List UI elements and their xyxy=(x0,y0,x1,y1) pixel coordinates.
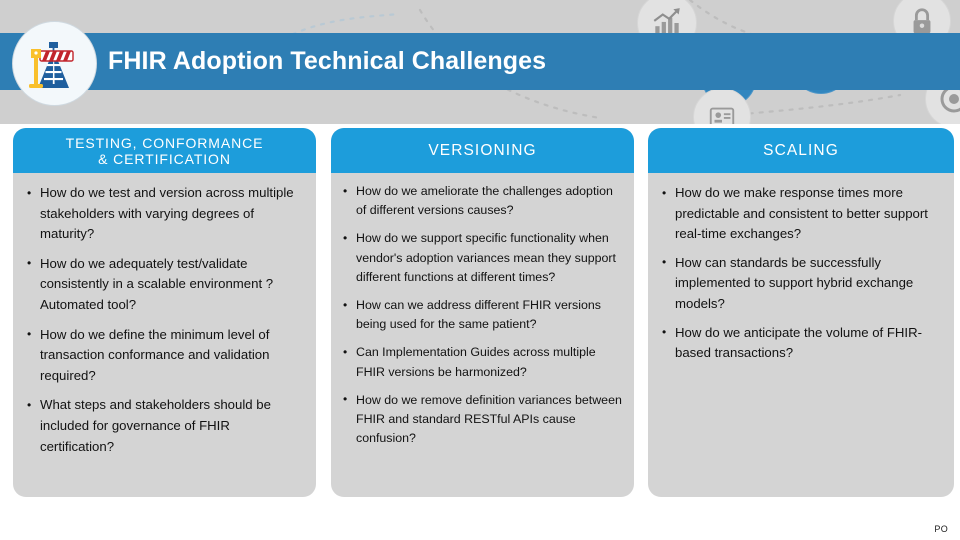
bullet-list-versioning: How do we ameliorate the challenges adop… xyxy=(339,181,626,449)
panel-title-versioning: VERSIONING xyxy=(428,141,537,159)
logo-badge xyxy=(12,21,97,106)
panel-body-scaling: How do we make response times more predi… xyxy=(648,173,954,382)
panel-title-line-2: & CERTIFICATION xyxy=(98,150,231,167)
list-item: How can standards be successfully implem… xyxy=(658,252,944,315)
panel-title-line-1: TESTING, CONFORMANCE xyxy=(65,134,264,151)
bullet-list-scaling: How do we make response times more predi… xyxy=(658,183,944,364)
page-title: FHIR Adoption Technical Challenges xyxy=(108,47,547,75)
road-barrier-icon xyxy=(29,42,74,88)
panel-title-testing: TESTING, CONFORMANCE & CERTIFICATION xyxy=(66,135,264,167)
panel-body-testing: How do we test and version across multip… xyxy=(13,173,316,476)
footer-note: PO xyxy=(934,524,948,534)
panel-title-scaling: SCALING xyxy=(763,141,839,159)
list-item: How do we adequately test/validate consi… xyxy=(23,253,304,316)
list-item: Can Implementation Guides across multipl… xyxy=(339,343,626,381)
columns-container: TESTING, CONFORMANCE & CERTIFICATION How… xyxy=(0,128,960,500)
list-item: How do we ameliorate the challenges adop… xyxy=(339,181,626,220)
panel-body-versioning: How do we ameliorate the challenges adop… xyxy=(331,173,634,465)
list-item: How do we test and version across multip… xyxy=(23,183,304,245)
list-item: How do we remove definition variances be… xyxy=(339,390,626,449)
panel-header-scaling: SCALING xyxy=(648,128,954,173)
list-item: How can we address different FHIR versio… xyxy=(339,296,626,334)
panel-versioning: VERSIONING How do we ameliorate the chal… xyxy=(331,128,634,497)
slide-canvas: FHIR Adoption Technical Challenges TESTI… xyxy=(0,0,960,540)
list-item: What steps and stakeholders should be in… xyxy=(23,395,304,457)
panel-scaling: SCALING How do we make response times mo… xyxy=(648,128,954,497)
list-item: How do we define the minimum level of tr… xyxy=(23,324,304,387)
list-item: How do we support specific functionality… xyxy=(339,229,626,287)
panel-header-testing: TESTING, CONFORMANCE & CERTIFICATION xyxy=(13,128,316,173)
list-item: How do we anticipate the volume of FHIR-… xyxy=(658,322,944,364)
panel-header-versioning: VERSIONING xyxy=(331,128,634,173)
list-item: How do we make response times more predi… xyxy=(658,183,944,245)
panel-testing-conformance-certification: TESTING, CONFORMANCE & CERTIFICATION How… xyxy=(13,128,316,497)
bullet-list-testing: How do we test and version across multip… xyxy=(23,183,304,457)
